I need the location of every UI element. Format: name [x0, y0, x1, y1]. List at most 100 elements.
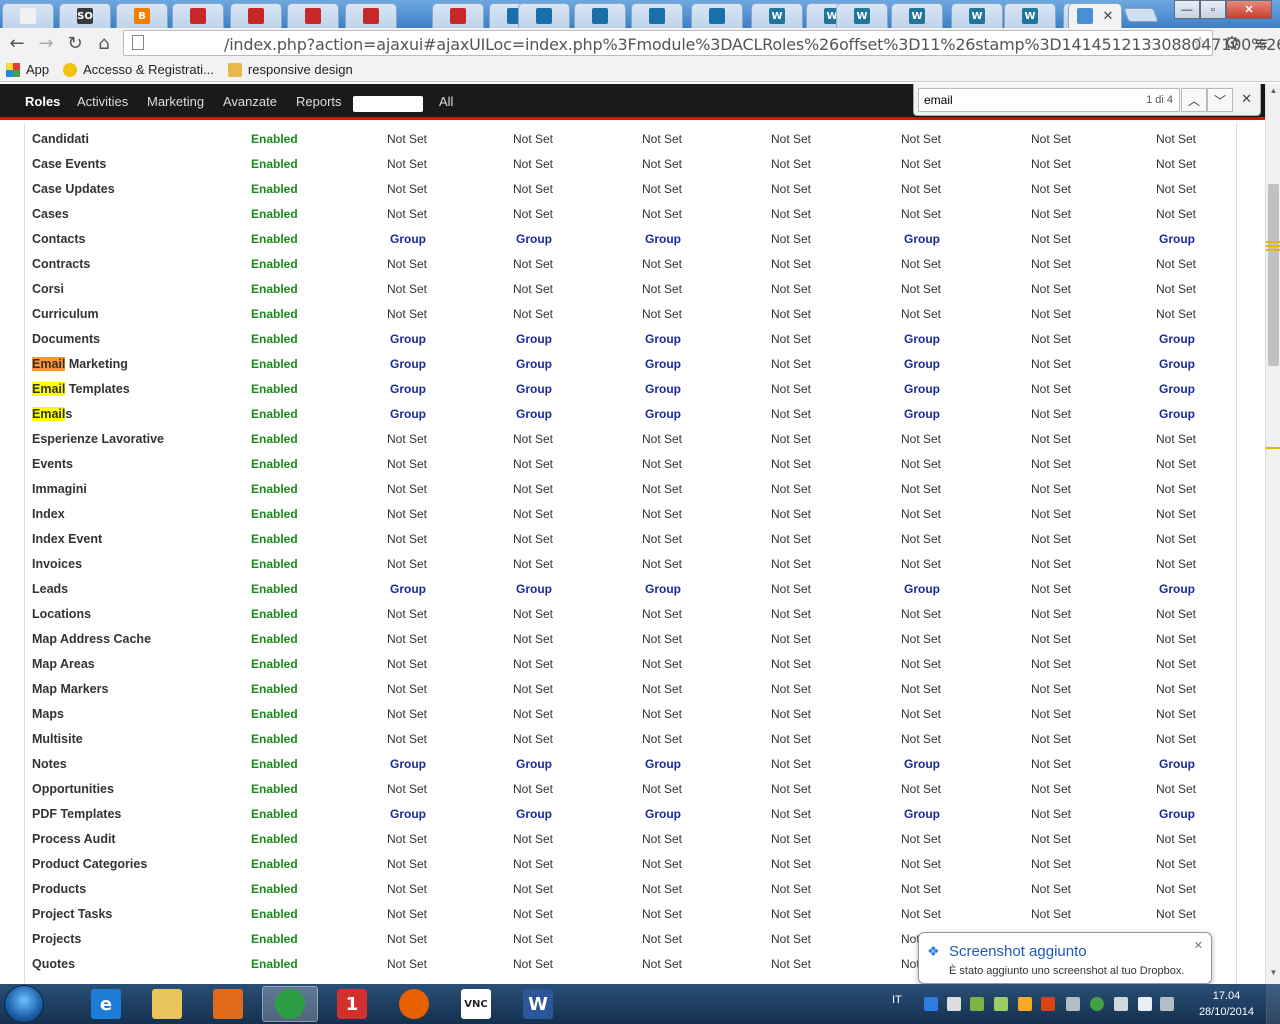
tray-app-icon[interactable] [1160, 997, 1174, 1011]
permission-value[interactable]: Not Set [771, 207, 811, 221]
network-icon[interactable] [1114, 997, 1128, 1011]
taskbar-app[interactable] [200, 986, 256, 1022]
access-status[interactable]: Enabled [251, 632, 298, 646]
access-status[interactable]: Enabled [251, 332, 298, 346]
browser-tab[interactable] [2, 3, 54, 28]
permission-value[interactable]: Group [390, 357, 426, 371]
bookmark-responsive-design[interactable]: responsive design [227, 62, 353, 77]
browser-tab[interactable] [345, 3, 397, 28]
browser-tab[interactable] [691, 3, 743, 28]
permission-value[interactable]: Not Set [642, 632, 682, 646]
access-status[interactable]: Enabled [251, 357, 298, 371]
permission-value[interactable]: Not Set [387, 257, 427, 271]
permission-value[interactable]: Not Set [387, 182, 427, 196]
permission-value[interactable]: Not Set [1031, 207, 1071, 221]
permission-value[interactable]: Not Set [1031, 732, 1071, 746]
permission-value[interactable]: Not Set [513, 682, 553, 696]
permission-value[interactable]: Not Set [387, 907, 427, 921]
permission-value[interactable]: Not Set [901, 832, 941, 846]
permission-value[interactable]: Not Set [1156, 557, 1196, 571]
permission-value[interactable]: Not Set [642, 832, 682, 846]
nav-all[interactable]: All [439, 94, 453, 109]
permission-value[interactable]: Not Set [513, 307, 553, 321]
permission-value[interactable]: Not Set [387, 782, 427, 796]
permission-value[interactable]: Group [1159, 807, 1195, 821]
nav-marketing[interactable]: Marketing [147, 94, 204, 109]
browser-tab[interactable]: W [836, 3, 888, 28]
permission-value[interactable]: Not Set [771, 707, 811, 721]
tray-app-icon[interactable] [994, 997, 1008, 1011]
permission-value[interactable]: Group [904, 407, 940, 421]
permission-value[interactable]: Not Set [771, 282, 811, 296]
permission-value[interactable]: Not Set [642, 207, 682, 221]
permission-value[interactable]: Not Set [901, 482, 941, 496]
permission-value[interactable]: Not Set [1156, 257, 1196, 271]
permission-value[interactable]: Not Set [901, 632, 941, 646]
permission-value[interactable]: Not Set [771, 507, 811, 521]
permission-value[interactable]: Not Set [1031, 682, 1071, 696]
permission-value[interactable]: Group [904, 232, 940, 246]
permission-value[interactable]: Not Set [901, 732, 941, 746]
nav-avanzate[interactable]: Avanzate [223, 94, 277, 109]
permission-value[interactable]: Not Set [901, 257, 941, 271]
permission-value[interactable]: Group [904, 357, 940, 371]
permission-value[interactable]: Not Set [387, 457, 427, 471]
permission-value[interactable]: Not Set [387, 932, 427, 946]
permission-value[interactable]: Group [1159, 357, 1195, 371]
permission-value[interactable]: Not Set [771, 482, 811, 496]
browser-tab[interactable]: B [116, 3, 168, 28]
permission-value[interactable]: Not Set [1031, 157, 1071, 171]
permission-value[interactable]: Not Set [387, 707, 427, 721]
permission-value[interactable]: Not Set [1031, 607, 1071, 621]
permission-value[interactable]: Group [904, 332, 940, 346]
permission-value[interactable]: Not Set [513, 932, 553, 946]
access-status[interactable]: Enabled [251, 582, 298, 596]
tray-app-icon[interactable] [1018, 997, 1032, 1011]
permission-value[interactable]: Not Set [642, 857, 682, 871]
find-close-icon[interactable]: ✕ [1241, 91, 1252, 107]
permission-value[interactable]: Not Set [387, 207, 427, 221]
permission-value[interactable]: Not Set [513, 632, 553, 646]
browser-tab[interactable] [518, 3, 570, 28]
access-status[interactable]: Enabled [251, 732, 298, 746]
permission-value[interactable]: Not Set [1031, 582, 1071, 596]
permission-value[interactable]: Not Set [771, 432, 811, 446]
tray-app-icon[interactable] [1041, 997, 1055, 1011]
access-status[interactable]: Enabled [251, 432, 298, 446]
permission-value[interactable]: Not Set [387, 832, 427, 846]
permission-value[interactable]: Not Set [1031, 832, 1071, 846]
access-status[interactable]: Enabled [251, 607, 298, 621]
permission-value[interactable]: Not Set [901, 307, 941, 321]
access-status[interactable]: Enabled [251, 182, 298, 196]
permission-value[interactable]: Not Set [771, 682, 811, 696]
permission-value[interactable]: Group [390, 807, 426, 821]
permission-value[interactable]: Not Set [513, 457, 553, 471]
permission-value[interactable]: Not Set [1031, 782, 1071, 796]
close-tab-icon[interactable]: ✕ [1103, 8, 1114, 24]
permission-value[interactable]: Not Set [771, 557, 811, 571]
access-status[interactable]: Enabled [251, 757, 298, 771]
permission-value[interactable]: Not Set [513, 157, 553, 171]
access-status[interactable]: Enabled [251, 232, 298, 246]
permission-value[interactable]: Not Set [771, 907, 811, 921]
permission-value[interactable]: Not Set [771, 357, 811, 371]
permission-value[interactable]: Not Set [387, 132, 427, 146]
permission-value[interactable]: Not Set [513, 832, 553, 846]
permission-value[interactable]: Not Set [513, 132, 553, 146]
browser-tab[interactable]: W [1004, 3, 1056, 28]
permission-value[interactable]: Not Set [771, 832, 811, 846]
permission-value[interactable]: Not Set [901, 907, 941, 921]
tray-app-icon[interactable] [970, 997, 984, 1011]
show-desktop-button[interactable] [1266, 984, 1280, 1024]
access-status[interactable]: Enabled [251, 382, 298, 396]
volume-icon[interactable] [1138, 997, 1152, 1011]
permission-value[interactable]: Not Set [1156, 632, 1196, 646]
permission-value[interactable]: Not Set [513, 957, 553, 971]
taskbar-app[interactable]: 1 [324, 986, 380, 1022]
access-status[interactable]: Enabled [251, 282, 298, 296]
permission-value[interactable]: Not Set [642, 882, 682, 896]
permission-value[interactable]: Not Set [513, 857, 553, 871]
permission-value[interactable]: Not Set [1031, 857, 1071, 871]
permission-value[interactable]: Not Set [771, 807, 811, 821]
access-status[interactable]: Enabled [251, 682, 298, 696]
